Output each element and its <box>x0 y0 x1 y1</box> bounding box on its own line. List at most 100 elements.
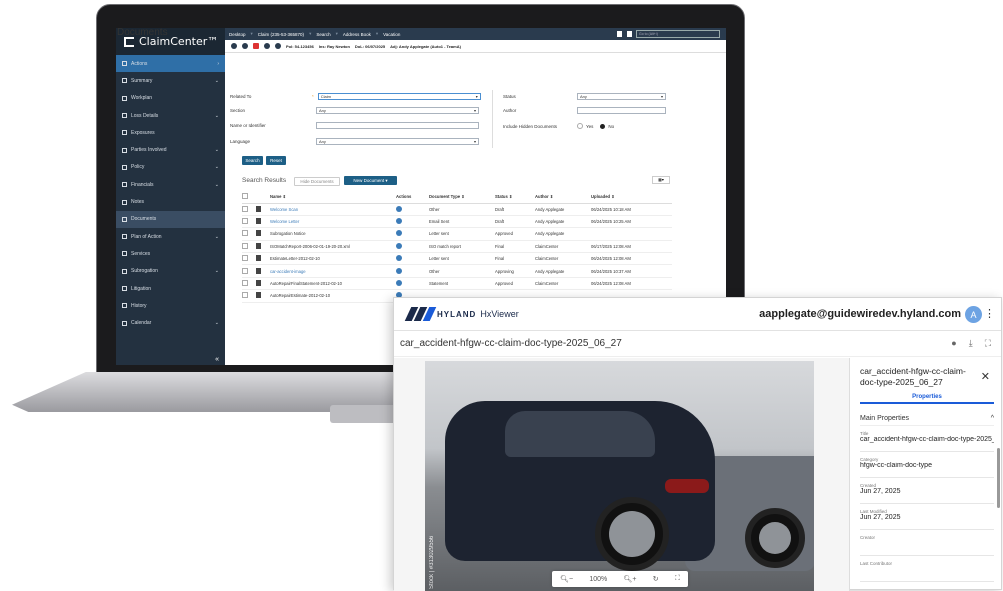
rotate-icon[interactable]: ↻ <box>653 575 659 583</box>
tab-properties[interactable]: Properties <box>860 394 994 404</box>
sidebar-item-label: Notes <box>131 199 145 206</box>
info-icon[interactable] <box>396 218 402 225</box>
new-document-button[interactable]: New Document ▾ <box>344 176 397 185</box>
chevron-icon: ⌄ <box>214 112 219 119</box>
sidebar-item-calendar[interactable]: Calendar ⌄ <box>116 314 225 331</box>
related-to-select[interactable]: Claim <box>317 93 481 100</box>
hide-documents-button[interactable]: Hide Documents <box>294 177 340 186</box>
language-select[interactable]: Any <box>316 138 479 145</box>
sidebar-item-notes[interactable]: Notes <box>116 193 225 210</box>
sidebar-item-summary[interactable]: Summary ⌄ <box>116 72 225 89</box>
actions-cell <box>396 277 429 291</box>
hidden-no-radio[interactable] <box>600 123 606 129</box>
more-options-icon[interactable]: ⋮ <box>984 307 995 320</box>
sidebar-item-exposures[interactable]: Exposures <box>116 124 225 141</box>
sidebar-item-parties-involved[interactable]: Parties Involved ⌄ <box>116 141 225 158</box>
sidebar-menu: Actions › Summary ⌄ Workplan Loss Details ⌄ Exp… <box>116 55 225 332</box>
doc-author: ClaimCenter <box>535 277 591 291</box>
info-icon[interactable] <box>396 205 402 212</box>
close-icon[interactable]: ✕ <box>981 370 990 383</box>
select-all-checkbox[interactable] <box>242 193 248 200</box>
info-icon[interactable] <box>396 242 402 249</box>
row-checkbox[interactable] <box>242 242 248 249</box>
info-icon[interactable] <box>396 267 402 274</box>
col-name[interactable]: Name ⇕ <box>270 191 396 204</box>
row-checkbox[interactable] <box>242 280 248 287</box>
nav-desktop[interactable]: Desktop <box>229 32 246 37</box>
section-select[interactable]: Any <box>316 107 479 114</box>
row-checkbox[interactable] <box>242 267 248 274</box>
row-checkbox[interactable] <box>242 205 248 212</box>
info-icon[interactable] <box>396 230 402 237</box>
reset-button[interactable]: Reset <box>266 156 286 165</box>
main-properties-section[interactable]: Main Properties ^ <box>860 412 994 426</box>
col-author[interactable]: Author ⇕ <box>535 191 591 204</box>
sidebar-item-workplan[interactable]: Workplan <box>116 90 225 107</box>
info-icon[interactable] <box>396 280 402 287</box>
nav-address-book[interactable]: Address Book <box>343 32 371 37</box>
nav-claim[interactable]: Claim (235-53-365870) <box>258 32 304 37</box>
author-input[interactable] <box>577 107 666 114</box>
info-icon[interactable] <box>396 255 402 262</box>
col-uploaded[interactable]: Uploaded ⇕ <box>591 191 672 204</box>
row-checkbox[interactable] <box>242 255 248 262</box>
table-row[interactable]: car-accident-image Other Approving Andy App… <box>242 264 672 278</box>
sidebar-item-litigation[interactable]: Litigation <box>116 280 225 297</box>
hyland-logo: HYLAND HxViewer <box>404 307 519 321</box>
info-icon[interactable]: ● <box>951 338 956 349</box>
doc-name[interactable]: car-accident-image <box>270 264 396 278</box>
table-row[interactable]: Subrogation Notice Letter sent Approved And… <box>242 227 672 241</box>
name-input[interactable] <box>316 122 479 129</box>
row-checkbox[interactable] <box>242 218 248 225</box>
doc-name[interactable]: Welcome Scan <box>270 203 396 216</box>
table-row[interactable]: AutoRepairFinalStatement-2012-02-10 State… <box>242 277 672 291</box>
row-checkbox[interactable] <box>242 230 248 237</box>
search-button[interactable]: Search <box>242 156 263 165</box>
doc-author: ClaimCenter <box>535 240 591 254</box>
nav-vacation[interactable]: Vacation <box>383 32 400 37</box>
col-document-type[interactable]: Document Type ⇕ <box>429 191 495 204</box>
table-row[interactable]: Welcome Scan Other Draft Andy Applegate 06/2… <box>242 203 672 216</box>
zoom-out-icon[interactable]: 🔍︎− <box>560 575 573 583</box>
panel-title: car_accident-hfgw-cc-claim-doc-type-2025… <box>860 366 966 387</box>
sidebar-item-actions[interactable]: Actions › <box>116 55 225 73</box>
sidebar-item-documents[interactable]: Documents <box>116 210 225 228</box>
hyland-logo-icon <box>404 307 437 321</box>
zoom-in-icon[interactable]: 🔍︎+ <box>624 575 637 583</box>
sidebar-item-history[interactable]: History <box>116 297 225 314</box>
doc-type-cell <box>256 252 270 266</box>
panel-scrollbar[interactable] <box>997 448 1000 508</box>
doc-type: Letter sent <box>429 227 495 241</box>
download-icon[interactable]: ⤓ <box>969 338 973 349</box>
goto-search-input[interactable]: Go to (Alt+/) <box>636 30 720 38</box>
table-row[interactable]: EstimateLetter-2012-02-10 Letter sent Fina… <box>242 252 672 266</box>
row-checkbox[interactable] <box>242 292 248 299</box>
sidebar-item-loss-details[interactable]: Loss Details ⌄ <box>116 107 225 124</box>
sidebar-item-policy[interactable]: Policy ⌄ <box>116 159 225 176</box>
doc-name[interactable]: Welcome Letter <box>270 215 396 229</box>
doc-author: Andy Applegate <box>535 227 591 241</box>
doc-status: Draft <box>495 215 535 229</box>
collapse-sidebar-icon[interactable]: « <box>215 356 219 363</box>
col-status[interactable]: Status ⇕ <box>495 191 535 204</box>
sidebar-item-financials[interactable]: Financials ⌄ <box>116 176 225 193</box>
row-select-cell <box>242 289 256 303</box>
sidebar-item-services[interactable]: Services <box>116 245 225 262</box>
fullscreen-icon[interactable]: ⛶ <box>985 338 991 349</box>
language-label: Language <box>230 139 251 144</box>
hidden-docs-label: Include Hidden Documents <box>503 123 558 129</box>
property-value: Jun 27, 2025 <box>860 514 901 521</box>
gear-icon[interactable] <box>627 31 632 37</box>
sidebar-item-plan-of-action[interactable]: Plan of Action ⌄ <box>116 228 225 245</box>
bookmark-icon[interactable] <box>617 31 622 37</box>
column-settings-icon[interactable]: ▦▾ <box>652 176 670 184</box>
avatar[interactable]: A <box>965 306 982 323</box>
hidden-yes-radio[interactable] <box>577 123 583 129</box>
nav-search[interactable]: Search <box>316 32 330 37</box>
sidebar-item-subrogation[interactable]: Subrogation ⌄ <box>116 263 225 280</box>
fit-screen-icon[interactable]: ⛶ <box>675 575 680 583</box>
table-row[interactable]: Welcome Letter Email Sent Draft Andy Appleg… <box>242 215 672 229</box>
doc-type: Letter sent <box>429 252 495 266</box>
table-row[interactable]: ISOMatchReport-2006-02-01-19-20-20.xml IS… <box>242 240 672 254</box>
status-select[interactable]: Any <box>577 93 666 100</box>
